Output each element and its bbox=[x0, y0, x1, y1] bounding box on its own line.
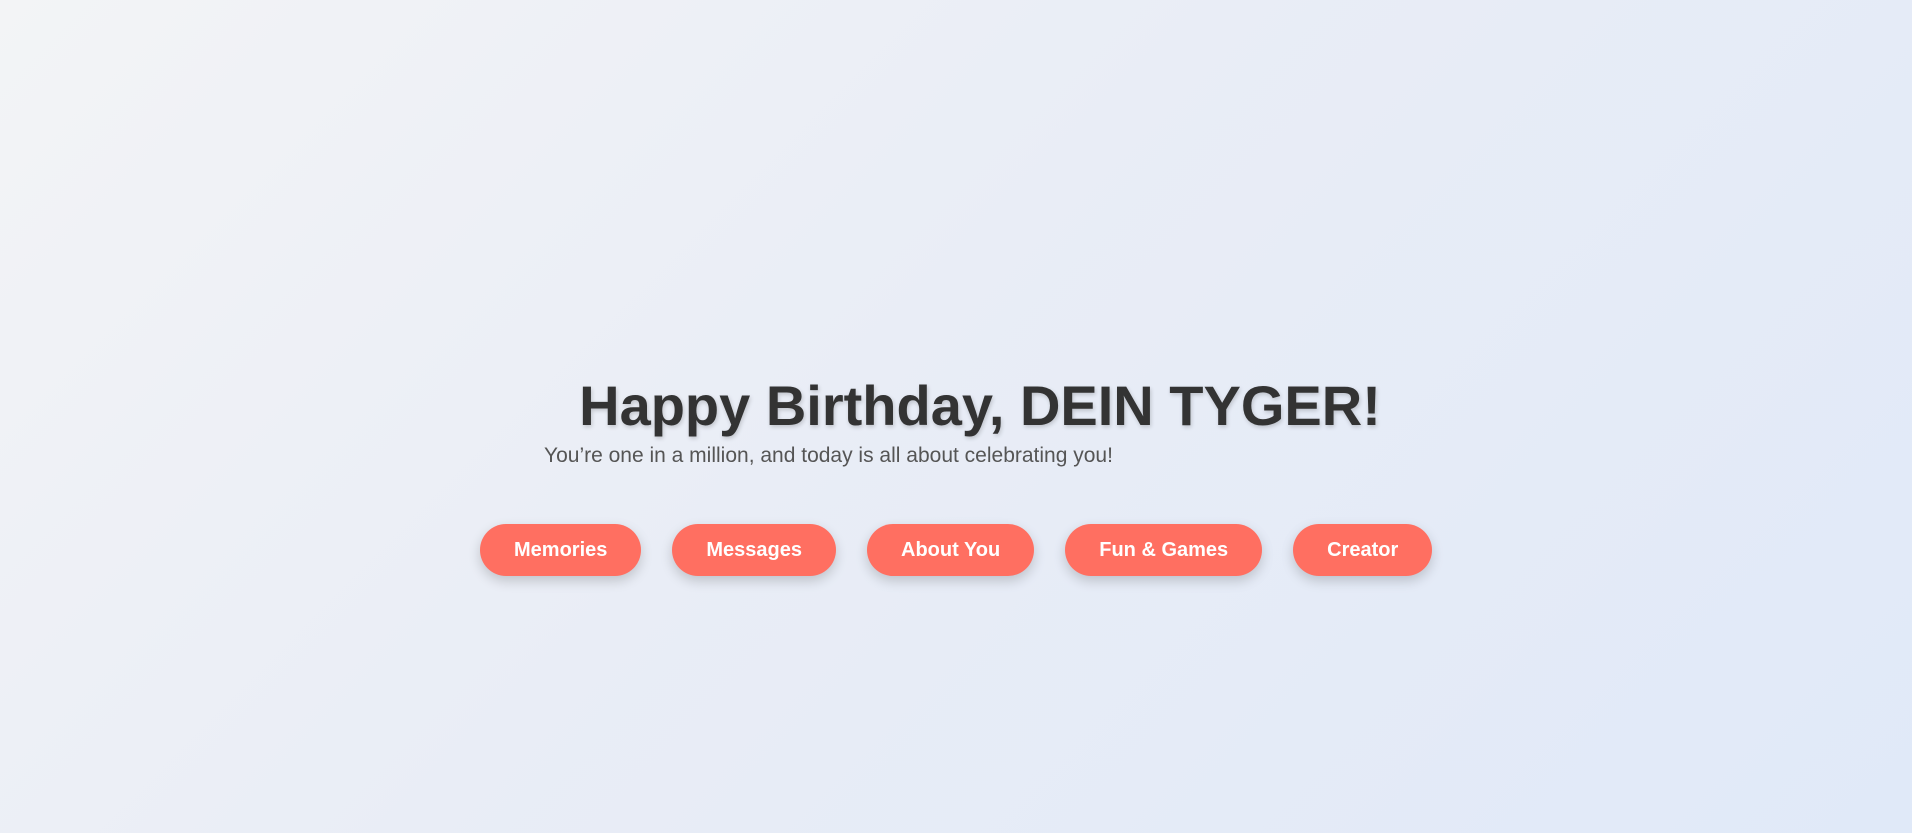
about-you-button[interactable]: About You bbox=[867, 524, 1035, 576]
page-subtitle: You’re one in a million, and today is al… bbox=[544, 444, 1113, 467]
messages-button[interactable]: Messages bbox=[672, 524, 836, 576]
memories-button[interactable]: Memories bbox=[480, 524, 642, 576]
page-title: Happy Birthday, DEIN TYGER! bbox=[579, 374, 1381, 437]
hero-section: Happy Birthday, DEIN TYGER! You’re one i… bbox=[0, 374, 1912, 467]
fun-and-games-button[interactable]: Fun & Games bbox=[1065, 524, 1263, 576]
main-navigation: Memories Messages About You Fun & Games … bbox=[480, 524, 1433, 576]
creator-button[interactable]: Creator bbox=[1293, 524, 1433, 576]
